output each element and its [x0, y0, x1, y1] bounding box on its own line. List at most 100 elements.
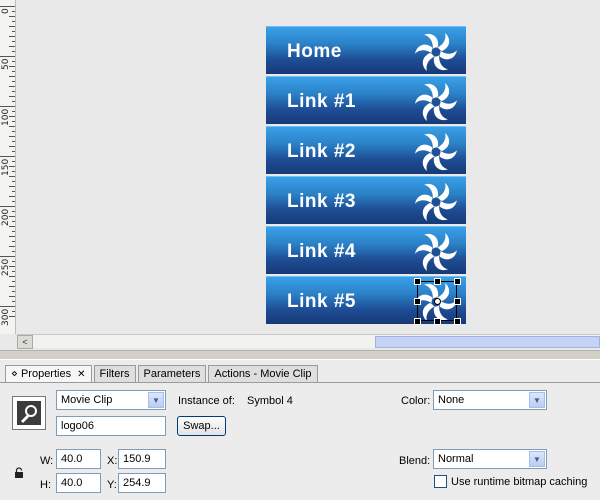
- ruler-tick: [12, 271, 15, 272]
- ruler-tick: [12, 121, 15, 122]
- ruler-tick: [0, 56, 15, 57]
- ruler-label: 0: [1, 8, 11, 14]
- ruler-tick: [12, 241, 15, 242]
- movie-clip-symbol-icon: [12, 396, 46, 430]
- ruler-tick: [12, 71, 15, 72]
- ruler-tick: [12, 221, 15, 222]
- tab-properties-label: Properties: [20, 368, 72, 380]
- ruler-tick: [12, 171, 15, 172]
- transform-handle[interactable]: [454, 298, 461, 305]
- ruler-tick: [9, 276, 15, 277]
- transform-handle[interactable]: [454, 318, 461, 325]
- transform-handle[interactable]: [434, 318, 441, 325]
- ruler-label: 150: [1, 158, 11, 176]
- menu-button[interactable]: Link #4: [266, 226, 466, 274]
- ruler-tick: [9, 186, 15, 187]
- registration-point[interactable]: [434, 298, 441, 305]
- ruler-tick: [9, 136, 15, 137]
- ruler-tick: [0, 306, 15, 307]
- ruler-tick: [12, 111, 15, 112]
- ruler-tick: [9, 146, 15, 147]
- ruler-label: 300: [1, 308, 11, 326]
- width-label: W:: [40, 455, 54, 467]
- transform-handle[interactable]: [414, 318, 421, 325]
- diamond-icon: ⋄: [11, 368, 18, 380]
- ruler-tick: [12, 211, 15, 212]
- tab-properties[interactable]: ⋄ Properties ✕: [5, 365, 92, 382]
- tab-parameters[interactable]: Parameters: [137, 365, 207, 382]
- instance-name-input[interactable]: logo06: [56, 416, 166, 436]
- x-input[interactable]: 150.9: [118, 449, 166, 469]
- ruler-tick: [0, 256, 15, 257]
- swirl-logo-icon[interactable]: [414, 30, 458, 74]
- chevron-down-icon: ▼: [148, 392, 164, 408]
- ruler-tick: [12, 21, 15, 22]
- stage-canvas[interactable]: Home Link #1 Link #2 Link #3 Link #4 Link #5: [17, 0, 600, 334]
- ruler-tick: [0, 206, 15, 207]
- color-select[interactable]: None ▼: [433, 390, 547, 410]
- panel-divider[interactable]: [0, 350, 600, 360]
- symbol-type-value: Movie Clip: [61, 394, 113, 406]
- blend-label: Blend:: [399, 455, 431, 467]
- swirl-logo-icon[interactable]: [414, 130, 458, 174]
- ruler-tick: [12, 311, 15, 312]
- menu-button[interactable]: Home: [266, 26, 466, 74]
- scroll-left-arrow-icon[interactable]: <: [17, 335, 33, 349]
- swirl-logo-icon[interactable]: [414, 230, 458, 274]
- height-input[interactable]: 40.0: [56, 473, 101, 493]
- ruler-tick: [9, 246, 15, 247]
- ruler-tick: [12, 61, 15, 62]
- ruler-tick: [12, 131, 15, 132]
- ruler-tick: [9, 26, 15, 27]
- ruler-tick: [0, 106, 15, 107]
- menu-button[interactable]: Link #2: [266, 126, 466, 174]
- ruler-label: 250: [1, 258, 11, 276]
- menu-button-label: Home: [287, 41, 342, 62]
- ruler-tick: [12, 181, 15, 182]
- swirl-logo-icon[interactable]: [414, 80, 458, 124]
- swirl-logo-icon[interactable]: [414, 180, 458, 224]
- blend-value: Normal: [438, 453, 474, 465]
- menu-button-label: Link #4: [287, 241, 356, 262]
- tab-actions[interactable]: Actions - Movie Clip: [208, 365, 318, 382]
- menu-button-label: Link #5: [287, 291, 356, 312]
- y-input[interactable]: 254.9: [118, 473, 166, 493]
- ruler-tick: [9, 46, 15, 47]
- ruler-tick: [9, 126, 15, 127]
- bitmap-caching-label: Use runtime bitmap caching: [451, 476, 588, 488]
- transform-handle[interactable]: [434, 278, 441, 285]
- menu-button-label: Link #2: [287, 141, 356, 162]
- horizontal-scrollbar[interactable]: <: [17, 334, 600, 349]
- ruler-tick: [0, 156, 15, 157]
- ruler-tick: [12, 51, 15, 52]
- ruler-tick: [12, 261, 15, 262]
- close-icon[interactable]: ✕: [77, 369, 85, 380]
- ruler-tick: [12, 31, 15, 32]
- symbol-type-select[interactable]: Movie Clip ▼: [56, 390, 166, 410]
- ruler-tick: [12, 161, 15, 162]
- color-label: Color:: [401, 395, 431, 407]
- menu-button[interactable]: Link #3: [266, 176, 466, 224]
- transform-handle[interactable]: [414, 278, 421, 285]
- ruler-tick: [12, 11, 15, 12]
- blend-select[interactable]: Normal ▼: [433, 449, 547, 469]
- ruler-tick: [12, 281, 15, 282]
- width-input[interactable]: 40.0: [56, 449, 101, 469]
- bitmap-caching-checkbox[interactable]: [434, 475, 447, 488]
- menu-button[interactable]: Link #1: [266, 76, 466, 124]
- ruler-tick: [12, 251, 15, 252]
- transform-handle[interactable]: [414, 298, 421, 305]
- button-menu: Home Link #1 Link #2 Link #3 Link #4 Link #5: [266, 26, 466, 326]
- instance-of-value: Symbol 4: [247, 395, 293, 407]
- lock-icon[interactable]: [14, 467, 24, 479]
- ruler-tick: [9, 296, 15, 297]
- menu-button[interactable]: Link #5: [266, 276, 466, 325]
- ruler-tick: [12, 291, 15, 292]
- ruler-tick: [9, 226, 15, 227]
- chevron-down-icon: ▼: [529, 451, 545, 467]
- scrollbar-thumb[interactable]: [375, 336, 600, 348]
- tab-filters[interactable]: Filters: [93, 365, 136, 382]
- swap-button[interactable]: Swap...: [177, 416, 226, 436]
- ruler-tick: [9, 36, 15, 37]
- transform-handle[interactable]: [454, 278, 461, 285]
